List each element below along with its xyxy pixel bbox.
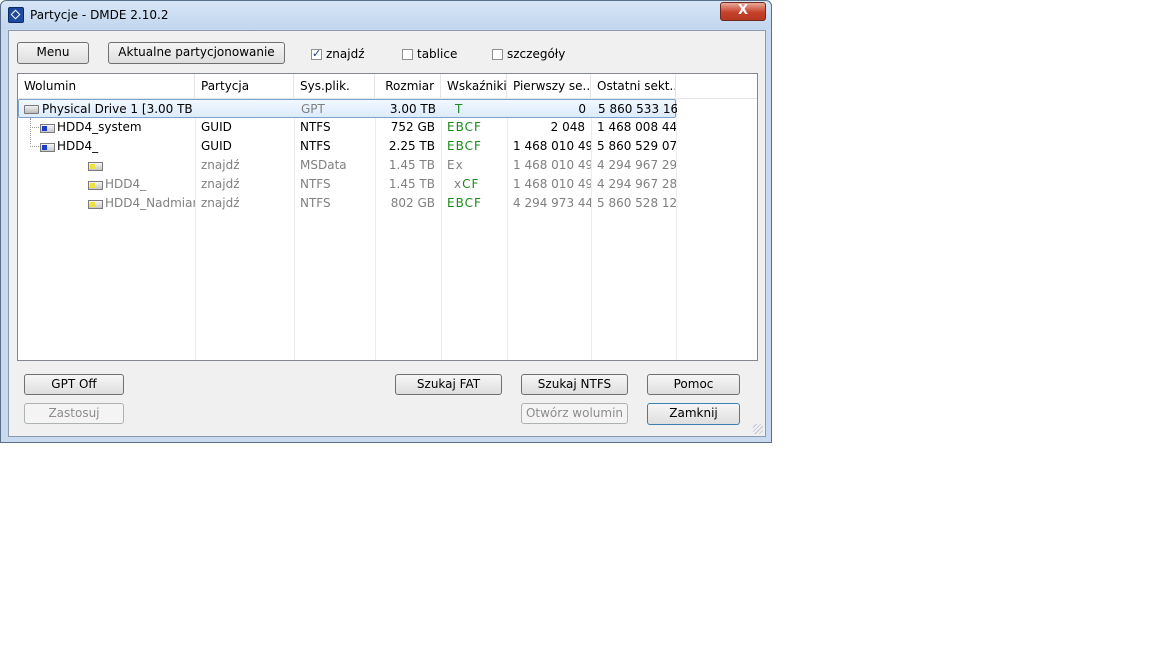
help-button[interactable]: Pomoc [647, 374, 740, 395]
column-header-flags[interactable]: Wskaźniki [441, 74, 507, 98]
column-divider [676, 98, 677, 360]
cell-last-sector: 5 860 528 127 [597, 196, 676, 210]
cell-filesystem: NTFS [300, 139, 331, 153]
close-button[interactable]: Zamknij [647, 403, 740, 425]
cell-first-sector: 1 468 010 496 [513, 158, 591, 172]
cell-partition: znajdź [201, 177, 240, 191]
cell-partition: znajdź [201, 158, 240, 172]
cell-size: 3.00 TB [389, 102, 436, 116]
table-row[interactable]: HDD4_Nadmiar znajdź NTFS 802 GB EBCF 4 2… [18, 194, 676, 213]
search-fat-button[interactable]: Szukaj FAT [395, 374, 502, 395]
cell-size: 802 GB [390, 196, 435, 210]
cell-filesystem: NTFS [300, 120, 331, 134]
column-header-last-sector[interactable]: Ostatni sekt... [591, 74, 676, 98]
cell-size: 1.45 TB [388, 177, 435, 191]
cell-flags: Ex [447, 158, 464, 172]
column-header-filesystem[interactable]: Sys.plik. [294, 74, 375, 98]
find-checkbox-box[interactable] [311, 47, 322, 60]
table-row[interactable]: znajdź MSData 1.45 TB Ex 1 468 010 496 4… [18, 156, 676, 175]
cell-size: 1.45 TB [388, 158, 435, 172]
find-checkbox-label: znajdź [326, 47, 365, 61]
cell-filesystem: MSData [300, 158, 347, 172]
cell-first-sector: 2 048 [550, 120, 585, 134]
cell-partition: GUID [201, 120, 232, 134]
close-window-button[interactable]: X [720, 2, 766, 21]
cell-flags: CF [462, 177, 480, 191]
cell-partition: znajdź [201, 196, 240, 210]
cell-last-sector: 5 860 529 071 [597, 139, 676, 153]
open-volume-button[interactable]: Otwórz wolumin [521, 403, 628, 424]
table-row[interactable]: Physical Drive 1 [3.00 TB S... GPT 3.00 … [18, 99, 677, 119]
find-checkbox[interactable]: znajdź [311, 47, 365, 61]
cell-volume: HDD4_system [57, 120, 142, 134]
tables-checkbox[interactable]: tablice [402, 47, 457, 61]
cell-first-sector: 1 468 010 496 [513, 177, 591, 191]
table-row[interactable]: HDD4_ znajdź NTFS 1.45 TB xCF 1 468 010 … [18, 175, 676, 194]
cell-flags-x: x [454, 177, 463, 191]
cell-flags: EBCF [447, 196, 482, 210]
details-checkbox[interactable]: szczegóły [492, 47, 565, 61]
details-checkbox-label: szczegóły [507, 47, 566, 61]
resize-grip[interactable] [753, 424, 763, 434]
cell-volume: Physical Drive 1 [3.00 TB S... [42, 102, 196, 116]
cell-last-sector: 4 294 967 288 [597, 177, 676, 191]
window-title: Partycje - DMDE 2.10.2 [30, 8, 169, 22]
dmde-app-icon [8, 7, 24, 23]
dialog-client: Menu Aktualne partycjonowanie znajdź tab… [8, 30, 766, 437]
cell-filesystem: NTFS [300, 177, 331, 191]
cell-filesystem: NTFS [300, 196, 331, 210]
cell-flags: T [455, 102, 464, 116]
tables-checkbox-box[interactable] [402, 49, 413, 60]
cell-volume: HDD4_ [57, 139, 99, 153]
title-bar[interactable]: Partycje - DMDE 2.10.2 X [1, 1, 771, 29]
cell-size: 752 GB [390, 120, 435, 134]
column-header-first-sector[interactable]: Pierwszy se... [507, 74, 591, 98]
partitions-window: Partycje - DMDE 2.10.2 X Menu Aktualne p… [0, 0, 772, 443]
search-ntfs-button[interactable]: Szukaj NTFS [521, 374, 628, 395]
cell-first-sector: 4 294 973 440 [513, 196, 591, 210]
cell-filesystem: GPT [301, 102, 325, 116]
cell-first-sector: 0 [578, 102, 586, 116]
cell-size: 2.25 TB [388, 139, 435, 153]
cell-partition: GUID [201, 139, 232, 153]
column-header-partition[interactable]: Partycja [195, 74, 294, 98]
table-row[interactable]: HDD4_system GUID NTFS 752 GB EBCF 2 048 … [18, 118, 676, 137]
cell-first-sector: 1 468 010 496 [513, 139, 591, 153]
cell-volume [99, 156, 195, 175]
cell-last-sector: 4 294 967 295 [597, 158, 676, 172]
column-header-size[interactable]: Rozmiar [375, 74, 441, 98]
tables-checkbox-label: tablice [417, 47, 458, 61]
column-header-volume[interactable]: Wolumin [18, 74, 195, 98]
cell-volume: HDD4_Nadmiar [105, 196, 195, 210]
cell-last-sector: 5 860 533 167 [598, 102, 677, 116]
cell-partition [196, 100, 295, 119]
cell-volume: HDD4_ [105, 177, 147, 191]
partition-list[interactable]: Wolumin Partycja Sys.plik. Rozmiar Wskaź… [17, 73, 758, 361]
table-row[interactable]: HDD4_ GUID NTFS 2.25 TB EBCF 1 468 010 4… [18, 137, 676, 156]
cell-flags: EBCF [447, 139, 482, 153]
cell-flags: EBCF [447, 120, 482, 134]
current-partitioning-button[interactable]: Aktualne partycjonowanie [108, 42, 285, 64]
apply-button[interactable]: Zastosuj [24, 403, 124, 424]
cell-last-sector: 1 468 008 440 [597, 120, 676, 134]
menu-button[interactable]: Menu [17, 42, 89, 64]
details-checkbox-box[interactable] [492, 49, 503, 60]
gpt-off-button[interactable]: GPT Off [24, 374, 124, 395]
